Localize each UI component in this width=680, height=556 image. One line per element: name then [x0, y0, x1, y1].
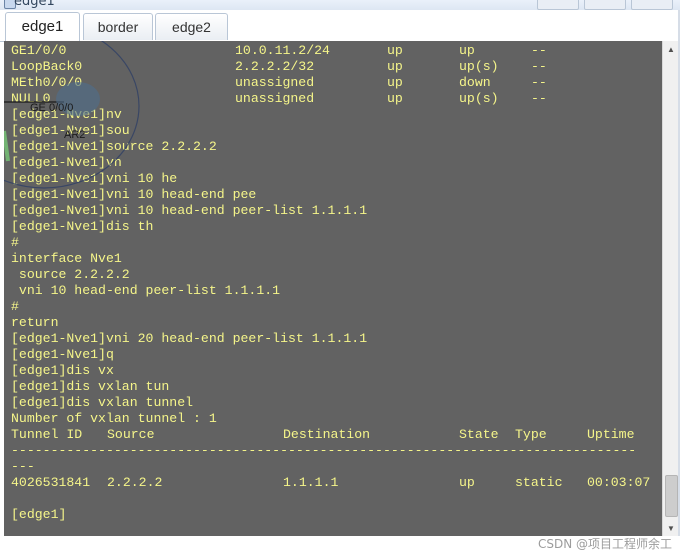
console-line: [edge1]dis vx [11, 363, 114, 378]
console-line: # [11, 235, 19, 250]
vertical-scrollbar[interactable]: ▲ ▼ [662, 41, 678, 536]
scroll-down-arrow-icon[interactable]: ▼ [663, 520, 679, 536]
tab-bar: edge1 border edge2 [0, 10, 680, 42]
window-title: edge1 [14, 0, 55, 9]
interface-row: LoopBack0 2.2.2.2/32 up up(s) -- [11, 59, 547, 74]
tunnel-row: 4026531841 2.2.2.2 1.1.1.1 up static 00:… [11, 475, 651, 490]
close-button[interactable] [631, 0, 673, 10]
tab-edge2[interactable]: edge2 [155, 13, 228, 40]
console-line: source 2.2.2.2 [11, 267, 130, 282]
interface-row: MEth0/0/0 unassigned up down -- [11, 75, 547, 90]
minimize-button[interactable] [537, 0, 579, 10]
topology-interface-label: GE 0/0/0 [30, 102, 74, 114]
console-line: vni 10 head-end peer-list 1.1.1.1 [11, 283, 281, 298]
console-line: Number of vxlan tunnel : 1 [11, 411, 217, 426]
console-line: [edge1]dis vxlan tun [11, 379, 170, 394]
console-line: [edge1-Nve1]vni 20 head-end peer-list 1.… [11, 331, 368, 346]
console-line: [edge1-Nve1]vni 10 he [11, 171, 178, 186]
console-line: [edge1-Nve1]source 2.2.2.2 [11, 139, 217, 154]
console-line: interface Nve1 [11, 251, 122, 266]
scroll-up-arrow-icon[interactable]: ▲ [663, 41, 679, 57]
console-line: [edge1-Nve1]dis th [11, 219, 154, 234]
watermark: CSDN @项目工程师余工 [537, 537, 672, 551]
console-line: [edge1-Nve1]q [11, 347, 114, 362]
scroll-thumb[interactable] [665, 475, 678, 517]
table-separator: ----------------------------------------… [11, 443, 637, 458]
console-line: [edge1-Nve1]vn [11, 155, 122, 170]
maximize-button[interactable] [584, 0, 626, 10]
console-line: [edge1]dis vxlan tunnel [11, 395, 194, 410]
command-prompt: [edge1] [11, 507, 67, 522]
topology-device-label: AR2 [64, 129, 86, 141]
tab-edge1[interactable]: edge1 [5, 12, 80, 41]
console-line: [edge1-Nve1]vni 10 head-end pee [11, 187, 257, 202]
console-line: return [11, 315, 59, 330]
terminal-console[interactable]: GE1/0/0 10.0.11.2/24 up up -- LoopBack0 … [4, 41, 662, 536]
tunnel-table-header: Tunnel ID Source Destination State Type … [11, 427, 635, 442]
table-separator-cont: --- [11, 459, 35, 474]
console-line: # [11, 299, 19, 314]
console-line: [edge1-Nve1]vni 10 head-end peer-list 1.… [11, 203, 368, 218]
tab-border[interactable]: border [83, 13, 153, 40]
interface-row: GE1/0/0 10.0.11.2/24 up up -- [11, 43, 547, 58]
